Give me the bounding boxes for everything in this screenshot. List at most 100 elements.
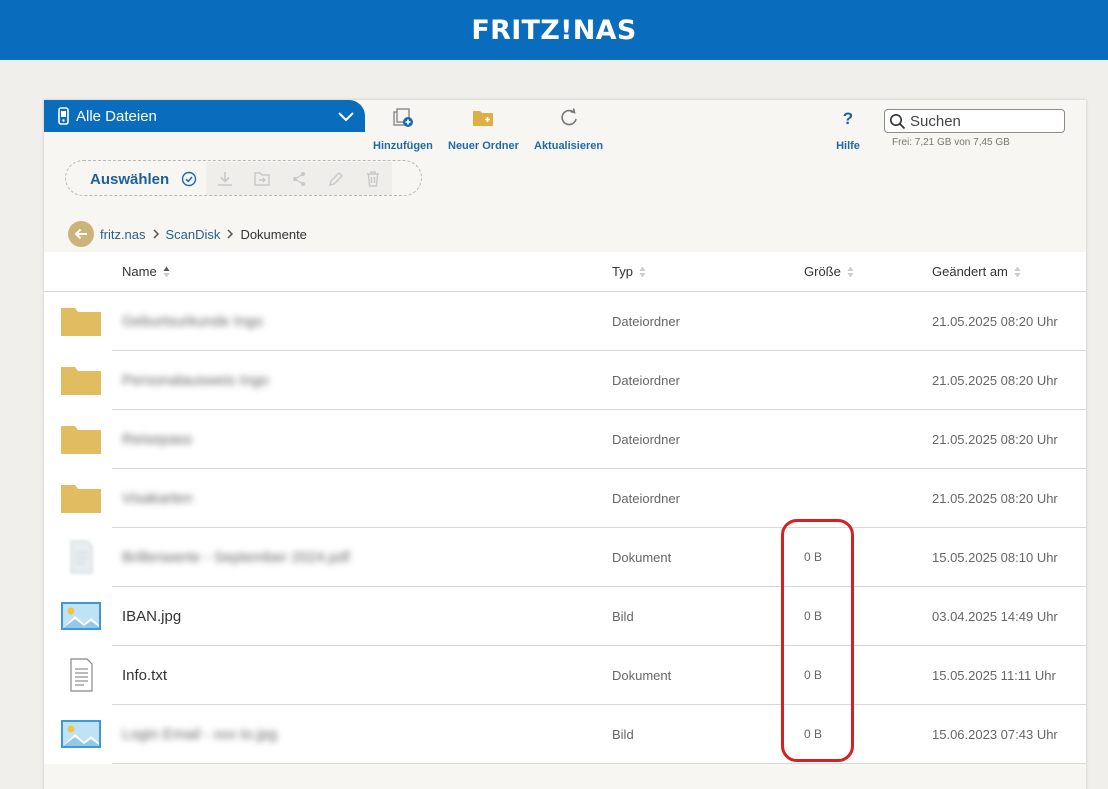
file-size: 0 B [804,668,823,682]
add-file-icon [393,108,413,127]
file-row[interactable]: IBAN.jpg Bild 0 B 03.04.2025 14:49 Uhr [44,587,1086,646]
file-type: Dateiordner [612,432,680,447]
file-name: IBAN.jpg [122,608,182,625]
row-divider-gap [44,763,112,764]
file-modified: 15.05.2025 08:10 Uhr [932,550,1058,565]
file-type: Dateiordner [612,373,680,388]
app-title: FRITZ!NAS [471,14,637,46]
new-folder-button[interactable]: Neuer Ordner [448,106,519,152]
file-type: Dateiordner [612,314,680,329]
column-header-modified[interactable]: Geändert am [932,264,1021,279]
breadcrumb-item-dokumente: Dokumente [240,226,307,242]
file-row[interactable]: Login Email - xxx to.jpg Bild 0 B 15.06.… [44,705,1086,764]
file-row[interactable]: Personalausweis Ingo Dateiordner 21.05.2… [44,351,1086,410]
new-folder-icon [473,111,494,126]
file-row[interactable]: Reisepass Dateiordner 21.05.2025 08:20 U… [44,410,1086,469]
help-button[interactable]: ? Hilfe [836,106,860,152]
storage-info: Frei: 7,21 GB von 7,45 GB [892,137,1010,148]
search-icon [890,113,906,129]
folder-icon [61,426,101,454]
file-name: Geburtsurkunde Ingo [122,313,263,330]
file-type: Bild [612,727,634,742]
file-name: Info.txt [122,667,168,684]
text-file-icon [70,658,93,692]
top-header-bar: FRITZ!NAS [0,0,1108,60]
refresh-button[interactable]: Aktualisieren [534,106,603,152]
sort-icon [1014,266,1021,277]
drive-selector-label: Alle Dateien [76,107,157,125]
file-table-header: Name Typ Größe Geändert am [44,252,1086,292]
file-row[interactable]: Brillenwerte - September 2024.pdf Dokume… [44,528,1086,587]
breadcrumb: fritz.nas ScanDisk Dokumente [68,221,307,247]
column-header-modified-label: Geändert am [932,264,1008,279]
file-modified: 15.05.2025 11:11 Uhr [932,668,1056,683]
sort-icon [639,266,646,277]
file-size: 0 B [804,550,823,564]
file-type: Dateiordner [612,491,680,506]
column-header-name[interactable]: Name [122,264,170,279]
file-type: Dokument [612,668,672,683]
file-list: Geburtsurkunde Ingo Dateiordner 21.05.20… [44,292,1086,764]
search-input[interactable] [910,112,1060,130]
file-modified: 03.04.2025 14:49 Uhr [932,609,1058,624]
sort-icon [847,266,854,277]
back-button[interactable] [68,221,94,247]
file-modified: 21.05.2025 08:20 Uhr [932,373,1058,388]
file-browser-panel: Alle Dateien Hinzufügen Neuer Ordner Akt… [44,100,1086,789]
sort-ascending-icon [163,266,170,277]
file-name: Personalausweis Ingo [122,372,269,389]
folder-icon [61,485,101,513]
file-name: Brillenwerte - September 2024.pdf [122,549,350,566]
image-file-icon [61,720,101,748]
folder-icon [61,308,101,336]
help-icon: ? [843,109,853,128]
chevron-right-icon [227,229,234,239]
share-icon[interactable] [289,169,309,189]
chevron-down-icon [338,112,354,122]
file-name: Login Email - xxx to.jpg [122,726,278,743]
file-modified: 21.05.2025 08:20 Uhr [932,491,1058,506]
refresh-icon [560,108,577,126]
breadcrumb-item-scandisk[interactable]: ScanDisk [166,227,221,242]
column-header-size-label: Größe [804,264,841,279]
trash-icon[interactable] [363,169,383,189]
add-button[interactable]: Hinzufügen [373,106,433,152]
file-type: Bild [612,609,634,624]
refresh-button-label: Aktualisieren [534,140,604,152]
select-button[interactable]: Auswählen [90,171,169,188]
file-size: 0 B [804,727,823,741]
new-folder-button-label: Neuer Ordner [448,140,519,152]
file-name: Visakarten [122,490,193,507]
drive-selector-dropdown[interactable]: Alle Dateien [44,100,365,132]
column-header-name-label: Name [122,264,157,279]
selection-toolbar: Auswählen [65,160,422,196]
file-modified: 15.06.2023 07:43 Uhr [932,727,1058,742]
file-row[interactable]: Visakarten Dateiordner 21.05.2025 08:20 … [44,469,1086,528]
image-file-icon [61,602,101,630]
rename-icon[interactable] [326,169,346,189]
column-header-size[interactable]: Größe [804,264,854,279]
file-name: Reisepass [122,431,193,448]
file-type: Dokument [612,550,672,565]
move-icon[interactable] [252,169,272,189]
file-row[interactable]: Info.txt Dokument 0 B 15.05.2025 11:11 U… [44,646,1086,705]
chevron-right-icon [152,229,159,239]
file-size: 0 B [804,609,823,623]
storage-device-icon [58,107,69,125]
download-icon[interactable] [215,169,235,189]
arrow-left-icon [74,228,87,240]
pdf-file-icon [70,540,93,574]
help-button-label: Hilfe [836,140,860,152]
folder-icon [61,367,101,395]
selection-actions [206,162,392,195]
file-modified: 21.05.2025 08:20 Uhr [932,432,1058,447]
column-header-type[interactable]: Typ [612,264,646,279]
file-row[interactable]: Geburtsurkunde Ingo Dateiordner 21.05.20… [44,292,1086,351]
svg-text:?: ? [843,109,853,128]
search-box[interactable] [884,109,1065,133]
column-header-type-label: Typ [612,264,633,279]
add-button-label: Hinzufügen [373,140,433,152]
select-all-checkbox-icon[interactable] [181,171,197,187]
file-modified: 21.05.2025 08:20 Uhr [932,314,1058,329]
breadcrumb-item-fritz-nas[interactable]: fritz.nas [100,227,146,242]
